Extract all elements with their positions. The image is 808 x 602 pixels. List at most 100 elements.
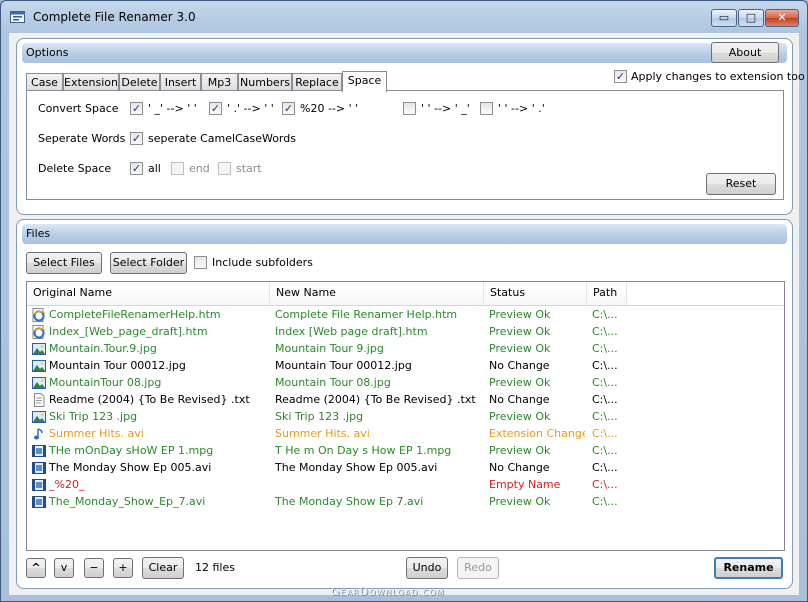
add-button[interactable]: + [113, 558, 133, 578]
cell-original-name: Index_[Web_page_draft].htm [49, 325, 208, 338]
include-subfolders-checkbox[interactable] [194, 256, 207, 269]
apply-extension-checkbox[interactable]: ✓ [614, 70, 627, 83]
cell-status: Extension Changed [489, 427, 585, 440]
redo-button[interactable]: Redo [457, 557, 499, 579]
separate-words-label: Seperate Words [38, 132, 126, 145]
undo-button[interactable]: Undo [406, 557, 448, 579]
cell-path: C:\... [592, 410, 618, 423]
delete-start-checkbox[interactable] [218, 162, 231, 175]
maximize-button[interactable]: □ [738, 9, 764, 27]
down-arrow-icon: v [60, 561, 68, 574]
table-row[interactable]: THe mOnDay sHoW EP 1.mpg T He m On Day s … [27, 443, 784, 460]
close-button[interactable]: ✕ [765, 9, 799, 27]
cell-status: Preview Ok [489, 410, 551, 423]
cell-new-name: Complete File Renamer Help.htm [275, 308, 458, 321]
col-status[interactable]: Status [484, 282, 587, 305]
delete-space-label: Delete Space [38, 162, 112, 175]
file-list[interactable]: Original Name New Name Status Path Compl… [26, 281, 785, 551]
cell-status: No Change [489, 359, 550, 372]
plus-icon: + [118, 561, 128, 574]
delete-end-checkbox[interactable] [171, 162, 184, 175]
convert-dot-checkbox[interactable]: ✓ [209, 102, 222, 115]
app-window: Complete File Renamer 3.0 ▭ □ ✕ Options … [0, 0, 808, 602]
music-file-icon [32, 427, 46, 441]
tab-case[interactable]: Case [26, 73, 63, 91]
close-icon: ✕ [777, 11, 787, 24]
tab-numbers[interactable]: Numbers [238, 73, 292, 91]
reset-button[interactable]: Reset [706, 173, 776, 195]
select-files-button[interactable]: Select Files [26, 252, 102, 274]
table-row[interactable]: CompleteFileRenamerHelp.htm Complete File… [27, 307, 784, 324]
cell-status: Preview Ok [489, 444, 551, 457]
col-new-name[interactable]: New Name [270, 282, 484, 305]
cell-path: C:\... [592, 376, 618, 389]
about-button[interactable]: About [711, 42, 779, 63]
app-icon [10, 11, 25, 23]
clear-button[interactable]: Clear [142, 557, 184, 579]
cell-original-name: Mountain Tour 00012.jpg [49, 359, 186, 372]
cell-path: C:\... [592, 359, 618, 372]
include-subfolders-label: Include subfolders [212, 256, 313, 269]
text-file-icon [32, 393, 46, 407]
tab-insert[interactable]: Insert [160, 73, 201, 91]
remove-button[interactable]: − [84, 558, 104, 578]
minimize-icon: ▭ [718, 11, 730, 24]
cell-original-name: _%20_ [49, 478, 85, 491]
table-row[interactable]: MountainTour 08.jpg Mountain Tour 08.jpg P… [27, 375, 784, 392]
table-row[interactable]: Readme (2004) {To Be Revised} .txt Readme… [27, 392, 784, 409]
tab-space[interactable]: Space [342, 71, 387, 92]
delete-all-checkbox[interactable]: ✓ [130, 162, 143, 175]
cell-new-name: The Monday Show Ep 7.avi [275, 495, 424, 508]
watermark: GearDownload.com [331, 585, 445, 598]
space-tab-panel: Convert Space ✓ ' _' --> ' ' ✓ ' .' --> … [26, 90, 784, 200]
separate-camelcase-checkbox[interactable]: ✓ [130, 132, 143, 145]
minimize-button[interactable]: ▭ [711, 9, 737, 27]
tab-extension[interactable]: Extension [63, 73, 119, 91]
cell-new-name: Ski Trip 123 .jpg [275, 410, 364, 423]
table-row[interactable]: Ski Trip 123 .jpg Ski Trip 123 .jpg Previe… [27, 409, 784, 426]
convert-space-label: Convert Space [38, 102, 119, 115]
client-area: Options About ✓ Apply changes to extensi… [9, 33, 805, 595]
space-to-dot-checkbox[interactable] [480, 102, 493, 115]
video-file-icon [32, 444, 46, 458]
convert-underscore-checkbox[interactable]: ✓ [130, 102, 143, 115]
tab-mp3[interactable]: Mp3 [201, 73, 238, 91]
table-row[interactable]: The Monday Show Ep 005.avi The Monday Sho… [27, 460, 784, 477]
video-file-icon [32, 478, 46, 492]
table-row[interactable]: Index_[Web_page_draft].htm Index [Web pag… [27, 324, 784, 341]
rename-button[interactable]: Rename [714, 557, 783, 579]
cell-original-name: Summer Hits. avi [49, 427, 144, 440]
table-row[interactable]: Mountain Tour 00012.jpg Mountain Tour 000… [27, 358, 784, 375]
tab-delete[interactable]: Delete [119, 73, 160, 91]
table-row[interactable]: Summer Hits. avi Summer Hits. avi Extensio… [27, 426, 784, 443]
cell-original-name: The_Monday_Show_Ep_7.avi [49, 495, 206, 508]
convert-percent20-checkbox[interactable]: ✓ [282, 102, 295, 115]
select-folder-button[interactable]: Select Folder [110, 252, 187, 274]
col-original-name[interactable]: Original Name [27, 282, 270, 305]
table-row[interactable]: _%20_ Empty Name C:\... [27, 477, 784, 494]
cell-path: C:\... [592, 427, 618, 440]
cell-original-name: CompleteFileRenamerHelp.htm [49, 308, 221, 321]
title-bar[interactable]: Complete File Renamer 3.0 ▭ □ ✕ [1, 1, 807, 33]
move-up-button[interactable]: ^ [26, 558, 46, 578]
move-down-button[interactable]: v [54, 558, 74, 578]
image-file-icon [32, 342, 46, 356]
tab-replace[interactable]: Replace [292, 73, 342, 91]
cell-original-name: Readme (2004) {To Be Revised} .txt [49, 393, 250, 406]
cell-path: C:\... [592, 342, 618, 355]
delete-all-label: all [148, 162, 161, 175]
convert-dot-label: ' .' --> ' ' [227, 102, 274, 115]
cell-status: Preview Ok [489, 495, 551, 508]
options-header: Options [22, 43, 787, 63]
cell-new-name: T He m On Day s How EP 1.mpg [275, 444, 452, 457]
table-row[interactable]: Mountain.Tour.9.jpg Mountain Tour 9.jpg Pr… [27, 341, 784, 358]
cell-original-name: MountainTour 08.jpg [49, 376, 162, 389]
space-to-underscore-label: ' ' --> ' _' [421, 102, 470, 115]
cell-original-name: Mountain.Tour.9.jpg [49, 342, 157, 355]
cell-original-name: THe mOnDay sHoW EP 1.mpg [49, 444, 214, 457]
col-path[interactable]: Path [587, 282, 627, 305]
cell-path: C:\... [592, 478, 618, 491]
cell-new-name: Readme (2004) {To Be Revised} .txt [275, 393, 476, 406]
table-row[interactable]: The_Monday_Show_Ep_7.avi The Monday Show … [27, 494, 784, 511]
space-to-underscore-checkbox[interactable] [403, 102, 416, 115]
